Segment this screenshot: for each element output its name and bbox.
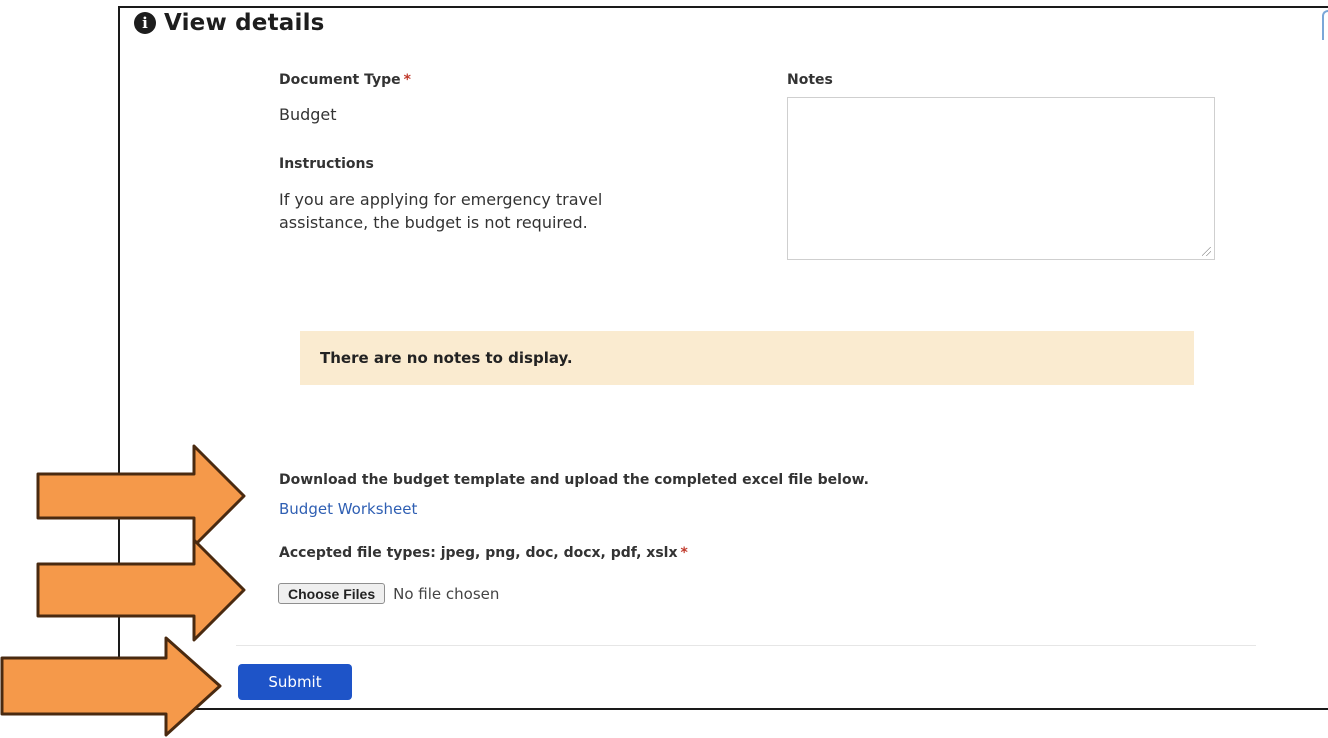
submit-button[interactable]: Submit bbox=[238, 664, 352, 700]
instructions-label: Instructions bbox=[279, 156, 374, 172]
budget-worksheet-link[interactable]: Budget Worksheet bbox=[279, 500, 417, 518]
no-notes-alert: There are no notes to display. bbox=[300, 331, 1194, 385]
panel-header: i View details bbox=[134, 10, 325, 36]
instructions-text: If you are applying for emergency travel… bbox=[279, 190, 603, 232]
download-instructions: Download the budget template and upload … bbox=[279, 472, 869, 488]
accepted-file-types-label: Accepted file types: jpeg, png, doc, doc… bbox=[279, 545, 688, 561]
document-type-label: Document Type * bbox=[279, 72, 411, 88]
required-mark: * bbox=[403, 72, 411, 88]
alert-text: There are no notes to display. bbox=[320, 349, 573, 367]
required-mark: * bbox=[680, 545, 688, 561]
adjacent-panel-edge bbox=[1322, 10, 1328, 40]
choose-files-button[interactable]: Choose Files bbox=[278, 583, 386, 604]
annotation-arrow-icon bbox=[0, 636, 222, 737]
footer-divider bbox=[236, 645, 1256, 646]
annotation-arrow-icon bbox=[36, 444, 246, 548]
file-upload-field: Choose Files No file chosen bbox=[278, 583, 499, 604]
notes-label: Notes bbox=[787, 72, 833, 88]
panel-title: View details bbox=[164, 10, 325, 36]
annotation-arrow-icon bbox=[36, 538, 246, 642]
resize-grip-icon[interactable] bbox=[1202, 247, 1211, 256]
info-icon: i bbox=[134, 12, 156, 34]
document-type-value: Budget bbox=[279, 105, 337, 124]
notes-textarea[interactable] bbox=[787, 97, 1215, 260]
file-status: No file chosen bbox=[393, 584, 500, 603]
